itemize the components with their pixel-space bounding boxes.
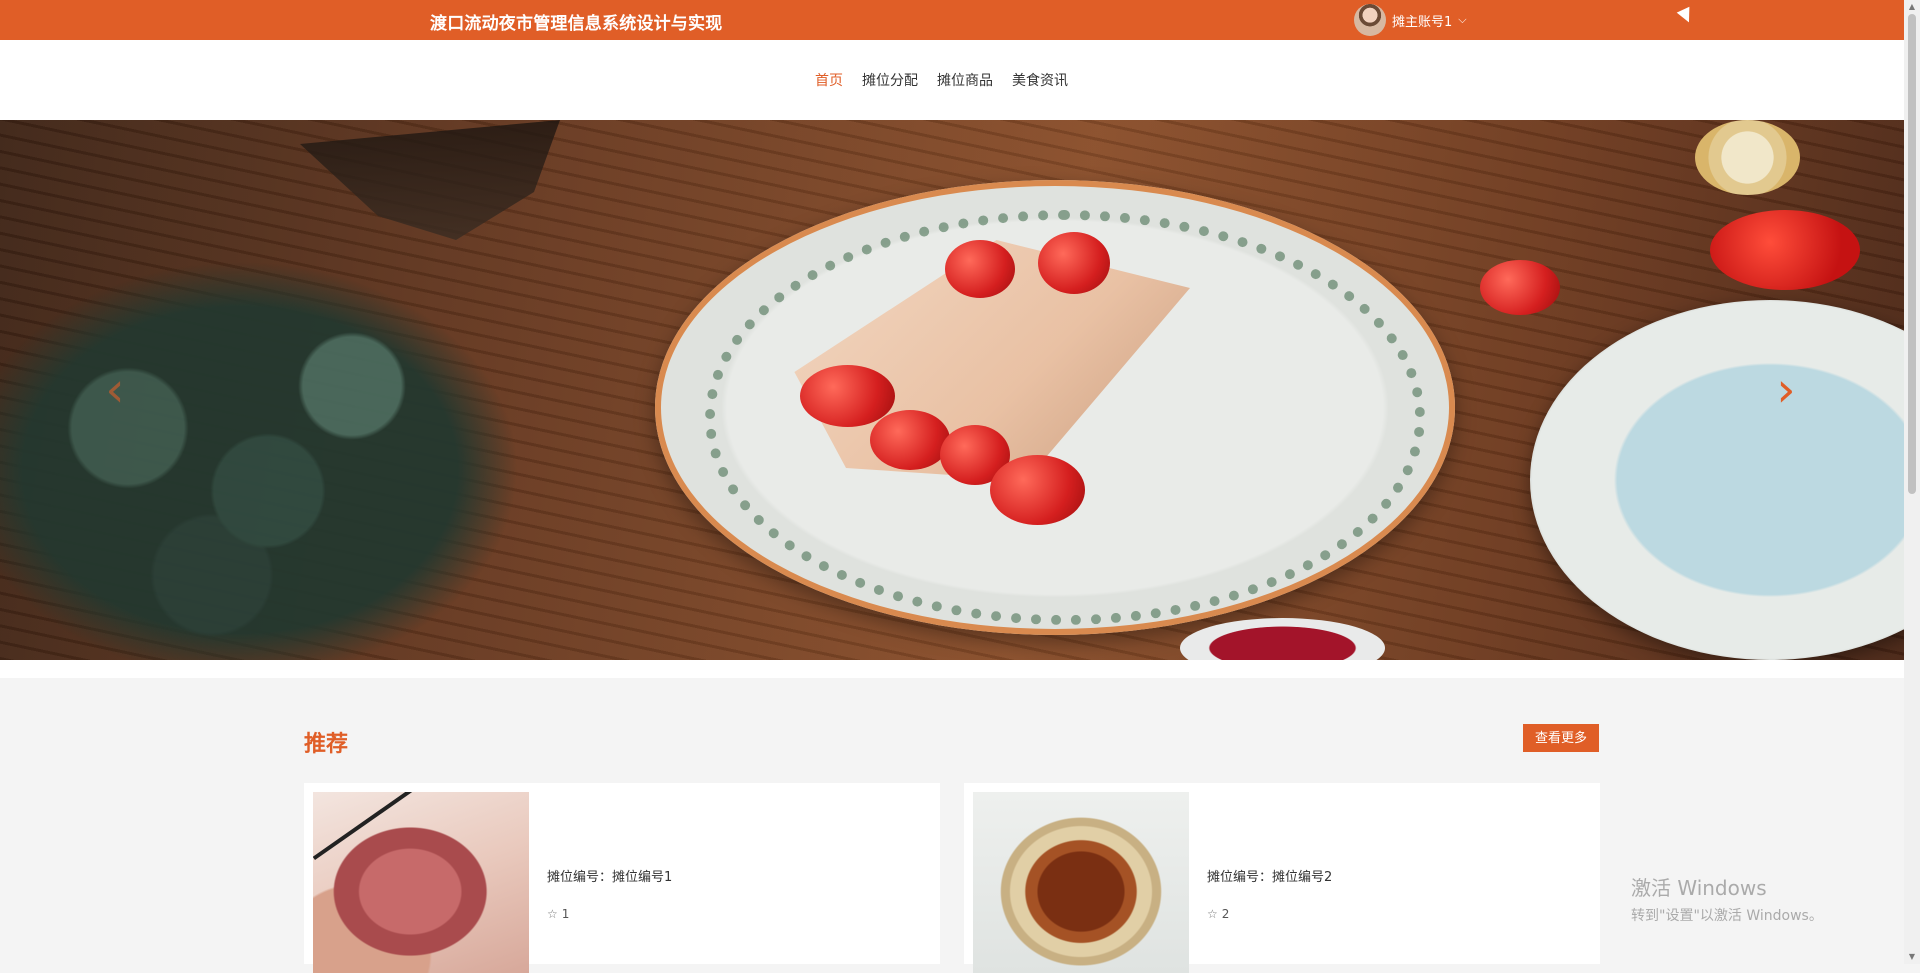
section-title-recommend: 推荐 (304, 732, 349, 757)
watermark-subtitle: 转到"设置"以激活 Windows。 (1631, 908, 1823, 924)
watermark-title: 激活 Windows (1631, 876, 1767, 900)
app-title: 渡口流动夜市管理信息系统设计与实现 (430, 14, 723, 34)
mouse-cursor-icon (1676, 6, 1696, 26)
nav-item-food-news[interactable]: 美食资讯 (1012, 70, 1068, 90)
chopstick-decor (313, 792, 414, 861)
card-image[interactable] (313, 792, 529, 973)
nav-item-stall-allocation[interactable]: 摊位分配 (862, 70, 918, 90)
scroll-down-icon[interactable]: ▼ (1904, 950, 1920, 964)
card-rating: ☆ 1 (547, 907, 569, 921)
scroll-up-icon[interactable]: ▲ (1904, 0, 1920, 14)
carousel-next-icon[interactable]: › (1766, 360, 1806, 420)
windows-activation-watermark: 激活 Windows 转到"设置"以激活 Windows。 (1631, 872, 1823, 925)
page-scrollbar[interactable]: ▲ ▼ (1904, 0, 1920, 964)
banner-strawberry (870, 410, 950, 470)
banner-lemon (1695, 120, 1800, 195)
nav-item-home[interactable]: 首页 (815, 70, 843, 90)
banner-decor (300, 120, 560, 240)
star-icon: ☆ (547, 907, 558, 921)
card-rating: ☆ 2 (1207, 907, 1229, 921)
scroll-thumb[interactable] (1908, 14, 1916, 494)
banner-bottom-strip (0, 660, 1904, 678)
chevron-down-icon[interactable]: ⌵ (1458, 13, 1466, 27)
recommend-card[interactable]: 摊位编号：摊位编号1 ☆ 1 (304, 783, 940, 973)
rating-value: 2 (1221, 907, 1230, 921)
star-icon: ☆ (1207, 907, 1218, 921)
card-stall-number[interactable]: 摊位编号：摊位编号1 (547, 866, 672, 885)
nav-item-stall-products[interactable]: 摊位商品 (937, 70, 993, 90)
banner-strawberry (800, 365, 895, 427)
recommend-card[interactable]: 摊位编号：摊位编号2 ☆ 2 (964, 783, 1600, 973)
banner-side-plate (1530, 300, 1904, 660)
card-image[interactable] (973, 792, 1189, 973)
banner-jam-bowl (1180, 618, 1385, 660)
user-menu[interactable]: 摊主账号1 ⌵ (1354, 3, 1467, 37)
card-stall-number[interactable]: 摊位编号：摊位编号2 (1207, 866, 1332, 885)
top-bar: 渡口流动夜市管理信息系统设计与实现 摊主账号1 ⌵ (0, 0, 1904, 40)
banner-strawberry (1038, 232, 1110, 294)
banner-carousel[interactable]: ‹ › (0, 120, 1904, 660)
avatar[interactable] (1354, 4, 1386, 36)
banner-strawberry (945, 240, 1015, 298)
nav-menu: 首页 摊位分配 摊位商品 美食资讯 (815, 70, 1068, 90)
rating-value: 1 (561, 907, 570, 921)
banner-pepper (1710, 210, 1860, 290)
banner-strawberry (990, 455, 1085, 525)
banner-plant (0, 260, 520, 660)
carousel-prev-icon[interactable]: ‹ (95, 360, 135, 420)
user-name[interactable]: 摊主账号1 (1392, 11, 1452, 30)
main-nav: 首页 摊位分配 摊位商品 美食资讯 (0, 40, 1904, 120)
banner-strawberry (1480, 260, 1560, 315)
view-more-button[interactable]: 查看更多 (1523, 724, 1599, 752)
